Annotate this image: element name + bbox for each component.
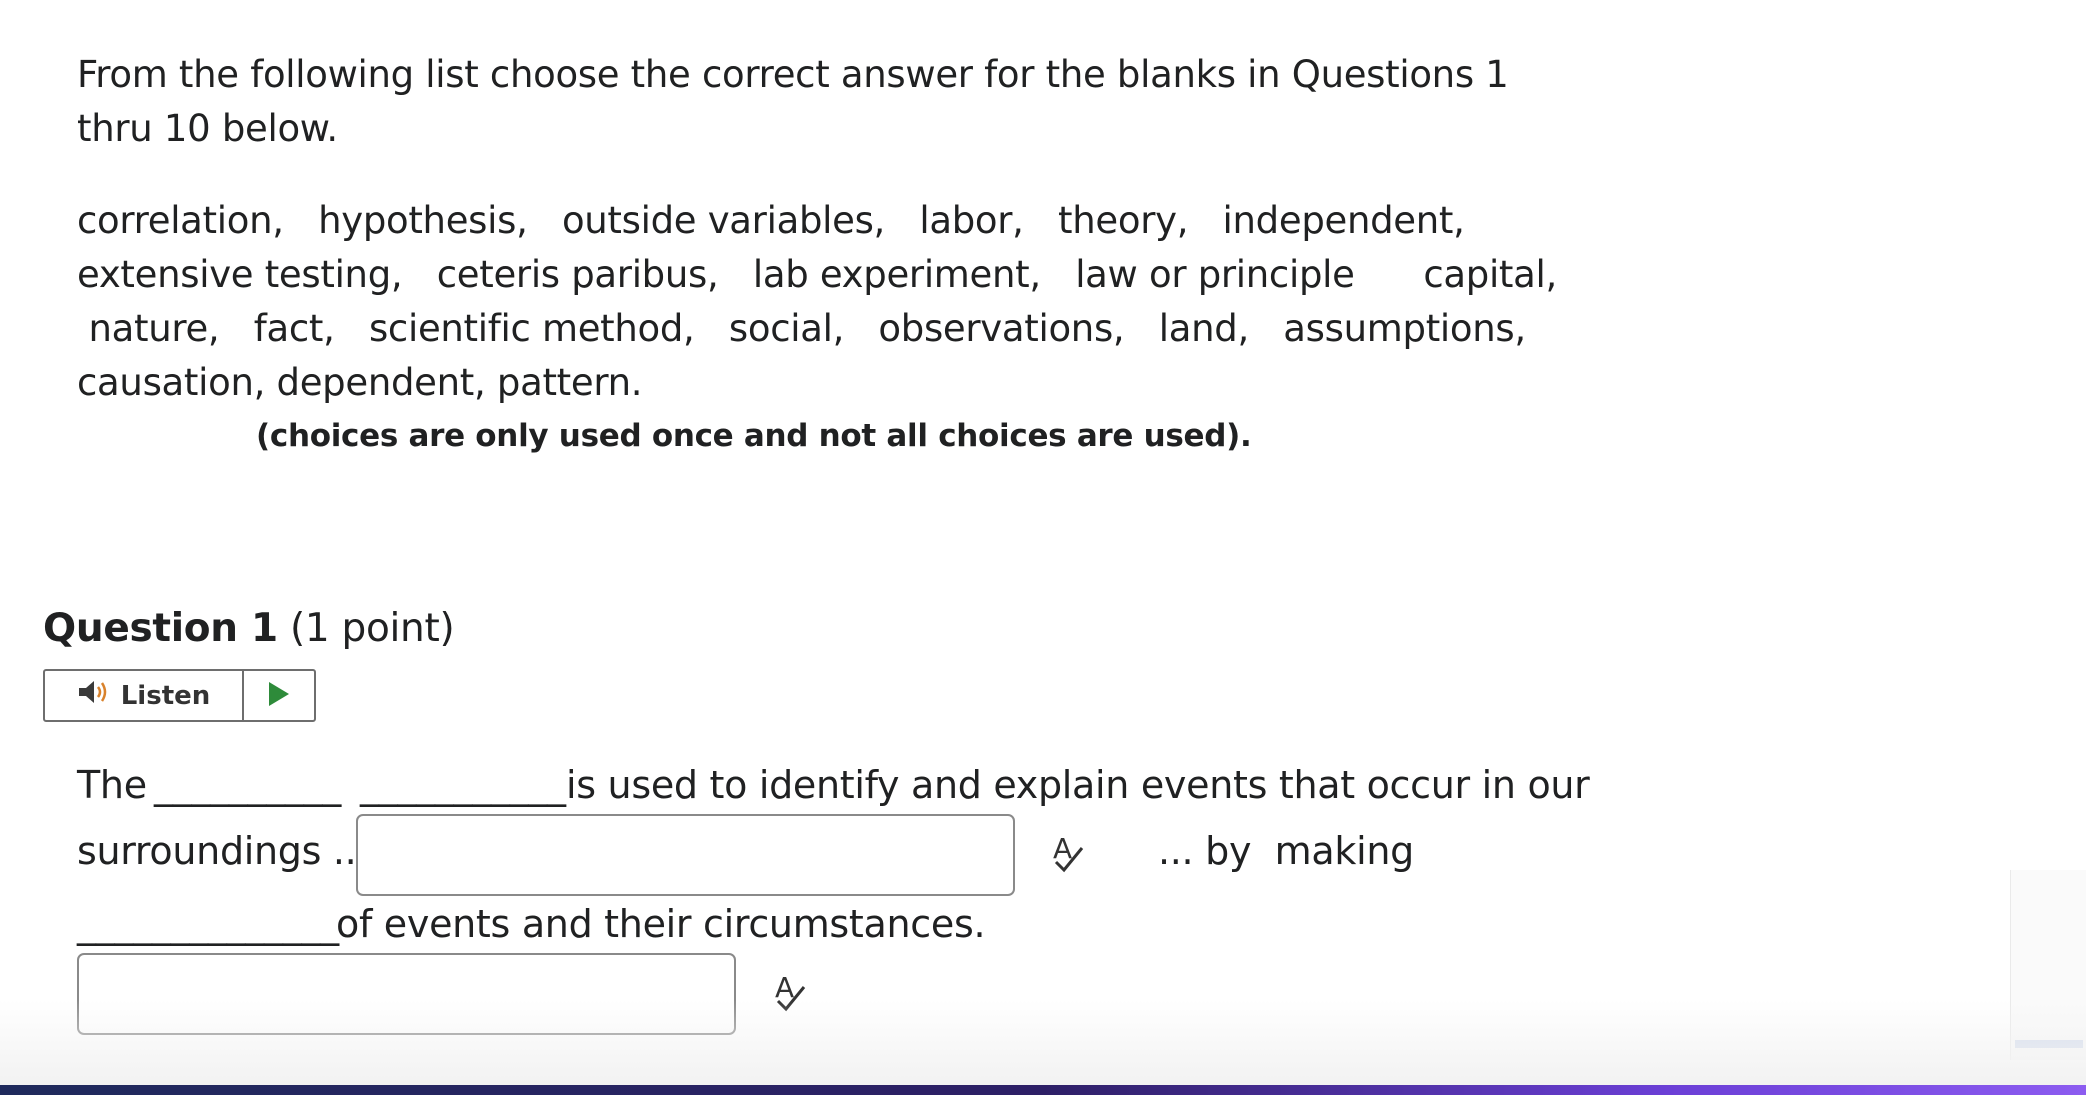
question-text-main: is used to identify and explain events t…	[566, 763, 1590, 807]
answer-input-1-wrapper	[356, 814, 1015, 896]
word-bank: correlation, hypothesis, outside variabl…	[77, 194, 1557, 410]
question-text-surroundings: surroundings ...	[77, 829, 369, 873]
play-button[interactable]	[244, 671, 314, 720]
word-bank-note: (choices are only used once and not all …	[256, 418, 1252, 454]
answer-input-1[interactable]	[358, 816, 1013, 894]
bottom-fade	[0, 1000, 2086, 1085]
speaker-icon	[77, 678, 113, 713]
listen-label: Listen	[120, 680, 211, 711]
question-text-the: The	[77, 763, 147, 807]
listen-button[interactable]: Listen	[45, 671, 244, 720]
word-bank-line: correlation, hypothesis, outside variabl…	[77, 199, 1465, 242]
question-name: Question 1	[43, 606, 278, 651]
word-bank-line: causation, dependent, pattern.	[77, 361, 643, 404]
blank-line: ______________	[77, 902, 339, 946]
svg-text:A: A	[1053, 832, 1072, 865]
spellcheck-icon[interactable]: A	[1050, 832, 1094, 876]
question-points: (1 point)	[289, 606, 455, 651]
bottom-accent-bar	[0, 1085, 2086, 1095]
word-bank-line: extensive testing, ceteris paribus, lab …	[77, 253, 1557, 296]
question-heading: Question 1 (1 point)	[43, 606, 455, 651]
word-bank-line: nature, fact, scientific method, social,…	[77, 307, 1526, 350]
question-text-of-events: of events and their circumstances.	[336, 902, 986, 946]
blank-line: ___________	[360, 763, 566, 807]
instructions-text: From the following list choose the corre…	[77, 53, 1509, 150]
quiz-page: From the following list choose the corre…	[0, 0, 2086, 1095]
blank-line: __________	[154, 763, 342, 807]
question-text-by-making: ... by making	[1158, 829, 1414, 873]
play-icon	[267, 681, 291, 711]
listen-widget: Listen	[43, 669, 316, 722]
instructions: From the following list choose the corre…	[77, 48, 1537, 156]
